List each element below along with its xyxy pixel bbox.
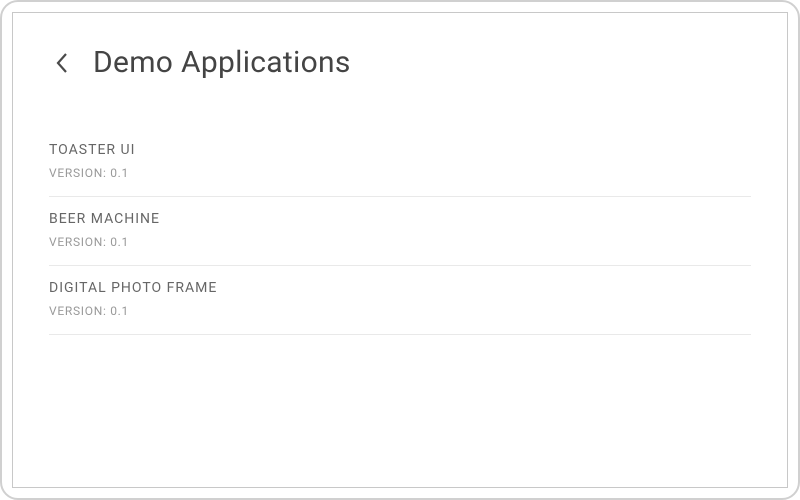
app-list: TOASTER UI VERSION: 0.1 BEER MACHINE VER…	[49, 128, 751, 335]
app-name: TOASTER UI	[49, 142, 751, 158]
app-version: VERSION: 0.1	[49, 166, 751, 180]
list-item[interactable]: DIGITAL PHOTO FRAME VERSION: 0.1	[49, 266, 751, 335]
list-item[interactable]: TOASTER UI VERSION: 0.1	[49, 128, 751, 197]
header: Demo Applications	[49, 37, 751, 80]
chevron-left-icon	[55, 52, 69, 74]
device-frame: Demo Applications TOASTER UI VERSION: 0.…	[0, 0, 800, 500]
app-name: BEER MACHINE	[49, 211, 751, 227]
back-button[interactable]	[49, 52, 69, 74]
app-version: VERSION: 0.1	[49, 304, 751, 318]
page-title: Demo Applications	[93, 45, 351, 80]
list-item[interactable]: BEER MACHINE VERSION: 0.1	[49, 197, 751, 266]
app-name: DIGITAL PHOTO FRAME	[49, 280, 751, 296]
screen-content: Demo Applications TOASTER UI VERSION: 0.…	[12, 12, 788, 488]
app-version: VERSION: 0.1	[49, 235, 751, 249]
